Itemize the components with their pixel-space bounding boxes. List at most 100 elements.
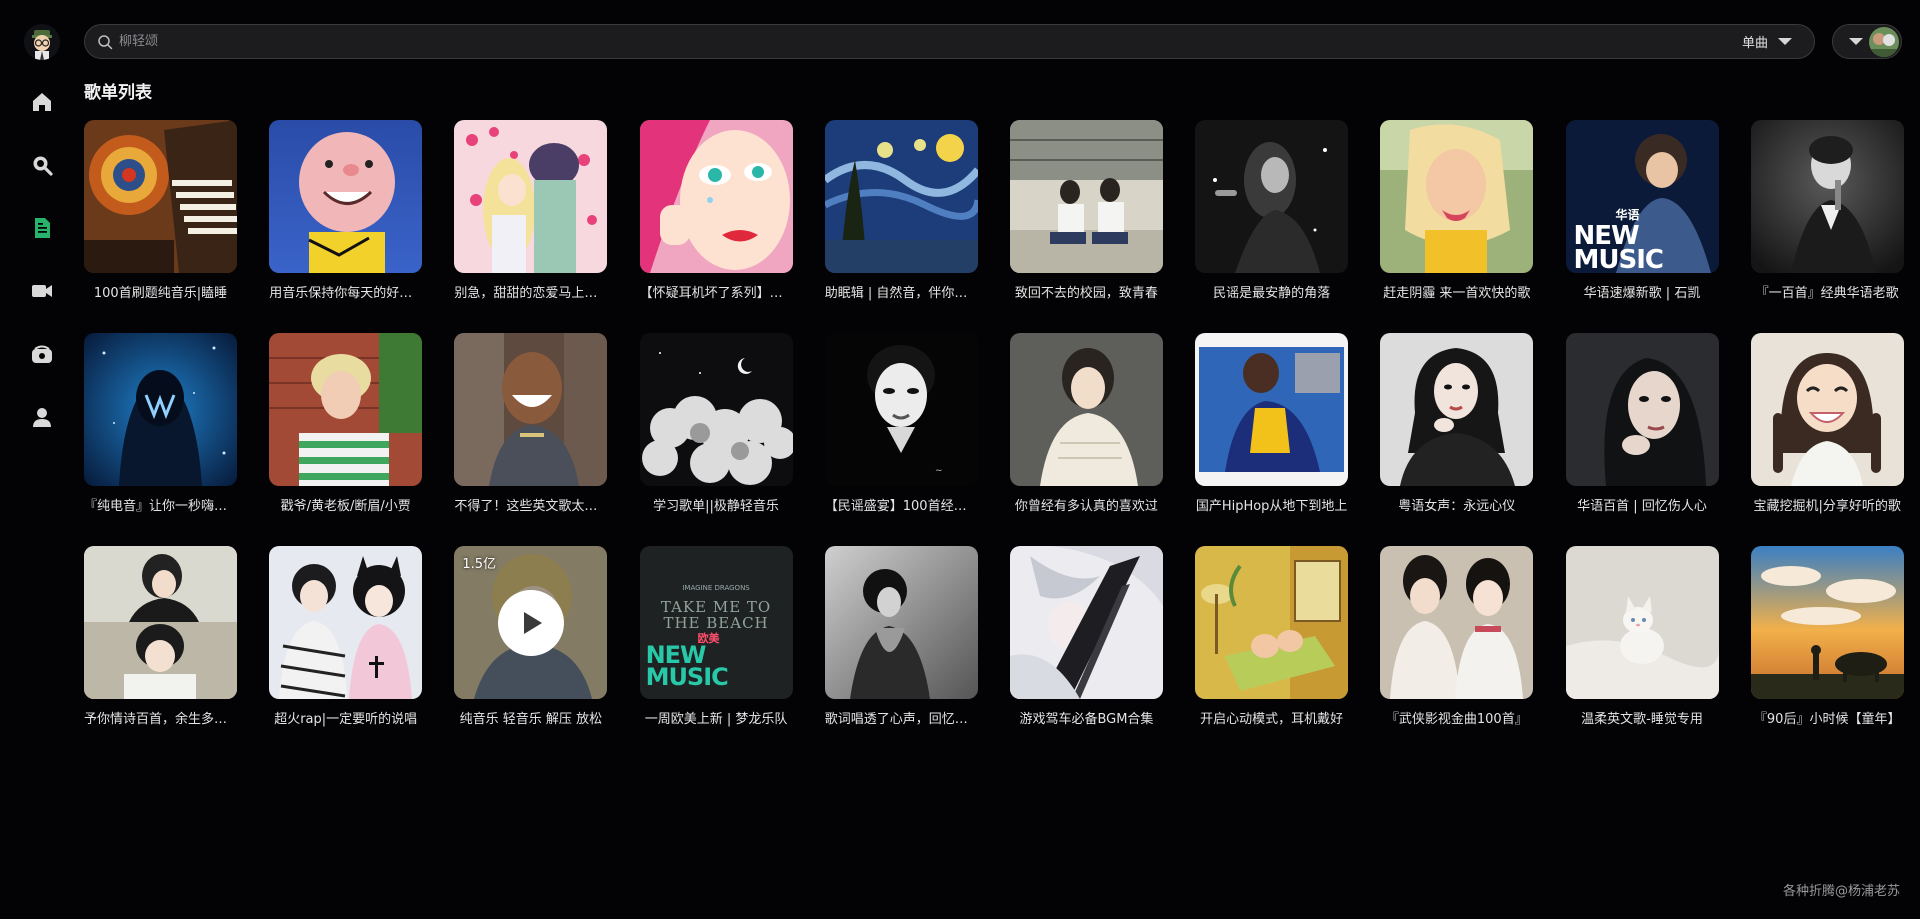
search-box: 单曲 [84,24,1815,59]
playlist-card[interactable]: 歌词唱透了心声，回忆成伤 [824,546,978,759]
playlist-cover [269,333,423,486]
playlist-cover [84,120,237,273]
cover-art-icon [1380,120,1534,273]
playlist-card[interactable]: 不得了！这些英文歌太好听 [454,333,608,546]
playlist-title: 致回不去的校园，致青春 [1014,286,1158,301]
user-menu[interactable] [1832,24,1902,59]
svg-text:~: ~ [935,466,943,476]
playlist-card[interactable]: 开启心动模式，耳机戴好 [1195,546,1349,759]
sidebar-item-playlist[interactable] [28,214,56,242]
search-type-label: 单曲 [1741,36,1768,51]
playlist-title: 『一百首』经典华语老歌 [1755,286,1899,301]
caret-down-icon [1849,38,1863,45]
playlist-title: 歌词唱透了心声，回忆成伤 [824,712,978,727]
playlist-cover [1750,120,1904,273]
cover-art-icon [639,333,793,486]
playlist-title: 学习歌单||极静轻音乐 [653,499,779,514]
playlist-card[interactable]: 温柔英文歌-睡觉专用 [1565,546,1719,759]
app-logo-avatar[interactable] [24,24,60,60]
playlist-card[interactable]: ~ 【民谣盛宴】100首经典民谣 [824,333,978,546]
playlist-cover [454,120,608,273]
playlist-card[interactable]: 戳爷/黄老板/断眉/小贾 [269,333,423,546]
playlist-cover [1750,333,1904,486]
cover-art-icon [1195,120,1349,273]
document-icon [35,218,50,238]
user-avatar [1869,26,1899,57]
cover-art-icon [84,546,237,699]
user-icon [33,408,51,427]
playlist-card[interactable]: 1.5亿 纯音乐 轻音乐 解压 放松 [454,546,608,759]
radio-icon [32,345,52,363]
playlist-title: 『90后』小时候【童年】 [1753,712,1901,727]
playlist-cover: ~ [824,333,978,486]
playlist-title: 民谣是最安静的角落 [1213,286,1331,301]
video-camera-icon [32,285,52,297]
sidebar-item-search[interactable] [28,151,56,179]
playlist-cover [269,120,423,273]
cover-oumei-text: 欧美 [697,632,720,645]
playlist-title: 【民谣盛宴】100首经典民谣 [824,499,978,514]
playlist-card[interactable]: 助眠辑 | 自然音，伴你入眠 [824,120,978,333]
sidebar-item-home[interactable] [28,88,56,116]
footer-credit: 各种折腾@杨浦老苏 [1782,884,1900,899]
play-button[interactable] [498,590,565,656]
playlist-card[interactable]: 超火rap|一定要听的说唱 [269,546,423,759]
sidebar-item-radio[interactable] [28,340,56,368]
cover-art-icon [1009,120,1163,273]
play-icon [524,612,543,634]
playlist-title: 予你情诗百首，余生多指教 [84,712,237,727]
playlist-card[interactable]: 致回不去的校园，致青春 [1009,120,1163,333]
search-icon [98,34,113,49]
playlist-card[interactable]: 『纯电音』让你一秒嗨起来 [84,333,237,546]
playlist-card[interactable]: 民谣是最安静的角落 [1195,120,1349,333]
playlist-cover [1195,120,1349,273]
cover-art-icon [84,120,237,273]
playlist-card[interactable]: 粤语女声：永远心仪 [1380,333,1534,546]
cover-art-icon [1195,546,1349,699]
playlist-cover [269,546,423,699]
playlist-card[interactable]: 你曾经有多认真的喜欢过 [1009,333,1163,546]
cover-art-icon [1750,120,1904,273]
playlist-card[interactable]: 赶走阴霾 来一首欢快的歌 [1380,120,1534,333]
playlist-title: 戳爷/黄老板/断眉/小贾 [280,499,411,514]
playlist-card[interactable]: 100首刷题纯音乐|瞌睡 [84,120,237,333]
cover-art-icon [1009,546,1163,699]
playlist-card[interactable]: 宝藏挖掘机|分享好听的歌 [1750,333,1904,546]
playlist-cover [639,120,793,273]
search-type-dropdown[interactable]: 单曲 [1742,32,1800,51]
cover-imagine-text: IMAGINE DRAGONS [682,584,750,592]
sidebar-item-user[interactable] [28,403,56,431]
avatar-image-icon [1869,26,1899,57]
playlist-grid: 100首刷题纯音乐|瞌睡 用音乐保持你每天的好心情 别急，甜甜的恋爱马上就来 【… [84,120,1906,759]
cover-art-icon [1565,333,1719,486]
playlist-cover [1380,333,1534,486]
playlist-card[interactable]: 『90后』小时候【童年】 [1750,546,1904,759]
cover-art-icon [1195,333,1349,486]
sidebar [0,0,84,919]
playlist-title: 粤语女声：永远心仪 [1398,499,1516,514]
sidebar-item-video[interactable] [28,277,56,305]
cover-art-icon [454,120,608,273]
playlist-card[interactable]: 学习歌单||极静轻音乐 [639,333,793,546]
play-count: 1.5亿 [462,557,497,572]
playlist-card[interactable]: 别急，甜甜的恋爱马上就来 [454,120,608,333]
cover-art-icon [269,546,423,699]
playlist-title: 国产HipHop从地下到地上 [1195,499,1348,514]
playlist-title: 助眠辑 | 自然音，伴你入眠 [824,286,978,301]
playlist-card[interactable]: 用音乐保持你每天的好心情 [269,120,423,333]
playlist-cover [1009,546,1163,699]
playlist-title: 『武侠影视金曲100首』 [1385,712,1528,727]
playlist-card[interactable]: 【怀疑耳机坏了系列】超好听 [639,120,793,333]
playlist-card[interactable]: 游戏驾车必备BGM合集 [1009,546,1163,759]
playlist-card[interactable]: NEW MUSIC 华语 华语速爆新歌 | 石凯 [1565,120,1719,333]
playlist-cover: 1.5亿 [454,546,608,699]
playlist-card[interactable]: 予你情诗百首，余生多指教 [84,546,237,759]
playlist-card[interactable]: 『一百首』经典华语老歌 [1750,120,1904,333]
playlist-card[interactable]: 国产HipHop从地下到地上 [1195,333,1349,546]
playlist-card[interactable]: 华语百首 | 回忆伤人心 [1565,333,1719,546]
playlist-card[interactable]: 『武侠影视金曲100首』 [1380,546,1534,759]
playlist-cover [1565,333,1719,486]
playlist-cover [1750,546,1904,699]
search-input[interactable] [119,34,1742,49]
playlist-card[interactable]: IMAGINE DRAGONS TAKE ME TO THE BEACH NEW… [639,546,793,759]
